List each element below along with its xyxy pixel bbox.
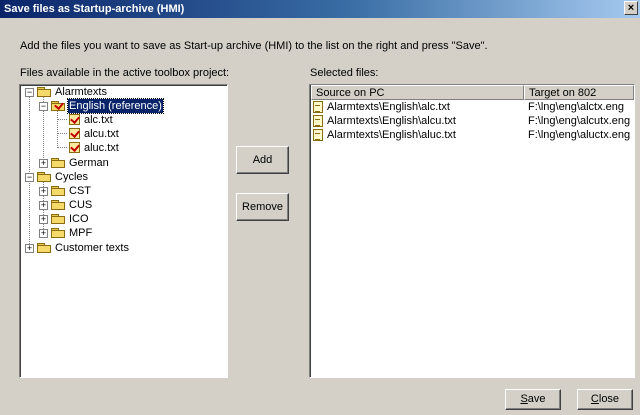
tree-item-cus[interactable]: + CUS xyxy=(20,198,220,212)
tree-item-label: MPF xyxy=(69,227,93,239)
list-item[interactable]: Alarmtexts\English\alc.txt F:\lng\eng\al… xyxy=(310,101,634,114)
expand-icon[interactable]: + xyxy=(39,187,48,196)
expand-icon[interactable]: + xyxy=(25,244,34,253)
tree-item-cycles[interactable]: − Cycles xyxy=(20,170,220,184)
tree-item-customer-texts[interactable]: + Customer texts xyxy=(20,241,220,255)
folder-icon xyxy=(51,186,65,196)
tree-item-file[interactable]: alc.txt xyxy=(20,113,220,127)
folder-icon xyxy=(51,200,65,210)
selected-files-list[interactable]: Source on PC Target on 802 Alarmtexts\En… xyxy=(309,84,635,378)
checked-file-icon xyxy=(69,142,80,153)
close-icon[interactable]: × xyxy=(624,1,638,15)
tree-item-label: Alarmtexts xyxy=(55,86,107,98)
expand-icon[interactable]: + xyxy=(39,159,48,168)
folder-icon xyxy=(51,214,65,224)
source-path: Alarmtexts\English\alcu.txt xyxy=(327,115,456,127)
target-path: F:\lng\eng\alcutx.eng xyxy=(528,115,631,127)
target-path: F:\lng\eng\aluctx.eng xyxy=(528,129,631,141)
project-tree[interactable]: − Alarmtexts − English (reference) alc.t… xyxy=(19,84,228,378)
tree-item-label: alcu.txt xyxy=(84,128,119,140)
close-button[interactable]: Close xyxy=(577,389,633,410)
tree-item-label: aluc.txt xyxy=(84,142,119,154)
tree-item-file[interactable]: aluc.txt xyxy=(20,141,220,155)
close-mnemonic: C xyxy=(590,393,599,405)
tree-item-mpf[interactable]: + MPF xyxy=(20,226,220,240)
tree-item-label: English (reference) xyxy=(67,98,164,114)
target-path: F:\lng\eng\alctx.eng xyxy=(528,101,625,113)
tree-item-label: German xyxy=(69,157,109,169)
folder-icon xyxy=(51,228,65,238)
tree-item-label: Cycles xyxy=(55,171,89,183)
source-path: Alarmtexts\English\aluc.txt xyxy=(327,129,456,141)
tree-item-alarmtexts[interactable]: − Alarmtexts xyxy=(20,85,220,99)
folder-open-icon xyxy=(37,172,51,182)
expand-icon[interactable]: + xyxy=(39,215,48,224)
title-bar: Save files as Startup-archive (HMI) × xyxy=(0,0,640,18)
file-icon xyxy=(313,101,323,113)
checked-file-icon xyxy=(69,114,80,125)
add-button[interactable]: Add xyxy=(236,146,289,174)
collapse-icon[interactable]: − xyxy=(25,88,34,97)
list-item[interactable]: Alarmtexts\English\aluc.txt F:\lng\eng\a… xyxy=(310,129,634,142)
folder-icon xyxy=(51,158,65,168)
instruction-text: Add the files you want to save as Start-… xyxy=(20,40,488,52)
expand-icon[interactable]: + xyxy=(39,201,48,210)
tree-item-ico[interactable]: + ICO xyxy=(20,212,220,226)
folder-checked-icon xyxy=(51,101,65,111)
expand-icon[interactable]: + xyxy=(39,229,48,238)
list-item[interactable]: Alarmtexts\English\alcu.txt F:\lng\eng\a… xyxy=(310,115,634,128)
tree-item-english[interactable]: − English (reference) xyxy=(20,98,220,114)
column-header-source[interactable]: Source on PC xyxy=(311,85,524,100)
collapse-icon[interactable]: − xyxy=(25,173,34,182)
tree-item-label: alc.txt xyxy=(84,114,113,126)
folder-open-icon xyxy=(37,87,51,97)
window-title: Save files as Startup-archive (HMI) xyxy=(4,3,185,15)
remove-button[interactable]: Remove xyxy=(236,193,289,221)
source-path: Alarmtexts\English\alc.txt xyxy=(327,101,450,113)
file-icon xyxy=(313,115,323,127)
selected-files-label: Selected files: xyxy=(310,67,379,79)
checked-file-icon xyxy=(69,128,80,139)
save-mnemonic: S xyxy=(520,393,528,405)
file-icon xyxy=(313,129,323,141)
tree-item-cst[interactable]: + CST xyxy=(20,184,220,198)
tree-item-label: Customer texts xyxy=(55,242,129,254)
tree-item-label: ICO xyxy=(69,213,89,225)
save-label: ave xyxy=(527,393,546,405)
close-label: lose xyxy=(598,393,620,405)
tree-item-file[interactable]: alcu.txt xyxy=(20,127,220,141)
folder-icon xyxy=(37,243,51,253)
collapse-icon[interactable]: − xyxy=(39,102,48,111)
column-header-target[interactable]: Target on 802 xyxy=(524,85,634,100)
tree-item-german[interactable]: + German xyxy=(20,156,220,170)
tree-item-label: CST xyxy=(69,185,91,197)
available-files-label: Files available in the active toolbox pr… xyxy=(20,67,230,79)
tree-item-label: CUS xyxy=(69,199,93,211)
save-button[interactable]: Save xyxy=(505,389,561,410)
